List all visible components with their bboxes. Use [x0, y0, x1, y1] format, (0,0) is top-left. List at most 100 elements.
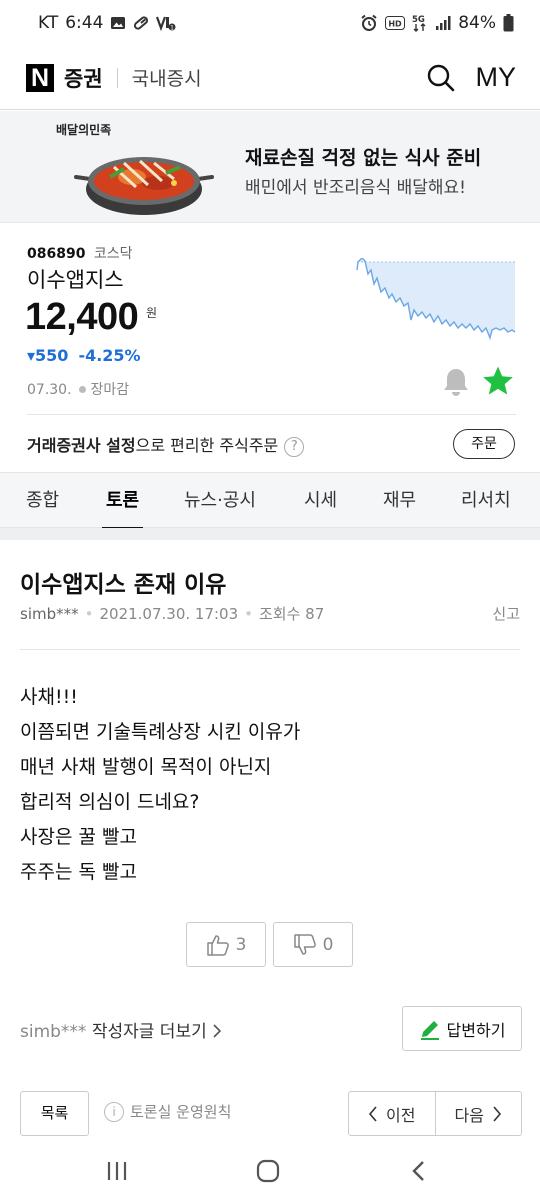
- status-dot: [78, 386, 86, 393]
- post-author[interactable]: simb***: [20, 605, 79, 623]
- home-icon[interactable]: [256, 1159, 280, 1183]
- section-gap: [0, 528, 540, 540]
- stock-name: 이수앱지스: [27, 268, 124, 292]
- trade-date: 07.30.: [27, 382, 72, 398]
- battery-icon: [503, 14, 514, 32]
- tab-financials[interactable]: 재무: [383, 473, 416, 529]
- post-line: 사채!!!: [20, 686, 78, 708]
- dislike-button[interactable]: 0: [273, 922, 353, 967]
- banner-title: 재료손질 걱정 없는 식사 준비: [245, 147, 482, 169]
- section-title[interactable]: 국내증시: [132, 64, 202, 91]
- change-amount: ▾550: [27, 346, 69, 365]
- sparkline-area: [357, 258, 515, 338]
- post-line: 매년 사채 발행이 목적이 아닌지: [20, 756, 272, 778]
- tab-news[interactable]: 뉴스·공시: [184, 473, 256, 529]
- broker-setting-link[interactable]: 거래증권사 설정으로 편리한 주식주문?: [27, 432, 305, 457]
- report-link[interactable]: 신고: [492, 603, 520, 624]
- stock-code: 086890: [27, 246, 86, 262]
- back-icon[interactable]: [410, 1159, 428, 1183]
- next-label: 다음: [454, 1105, 484, 1125]
- system-nav-bar: [0, 1145, 540, 1200]
- change-rate: -4.25%: [78, 346, 141, 365]
- price-unit: 원: [146, 306, 158, 320]
- meta-separator: •: [244, 605, 253, 623]
- search-icon[interactable]: [426, 63, 456, 93]
- tab-overview[interactable]: 종합: [26, 473, 59, 529]
- info-icon: i: [104, 1101, 124, 1122]
- image-icon: [111, 17, 126, 29]
- 5g-icon: 5G: [412, 15, 426, 32]
- stock-divider: [27, 414, 516, 415]
- post-views: 조회수 87: [259, 605, 325, 623]
- reply-button[interactable]: 답변하기: [402, 1006, 522, 1051]
- battery-percent: 84%: [458, 13, 496, 33]
- prev-label: 이전: [386, 1105, 416, 1125]
- svg-text:HD: HD: [389, 20, 403, 29]
- bell-icon[interactable]: [442, 367, 470, 397]
- pill-icon: [134, 16, 149, 30]
- ad-banner[interactable]: 배달의민족 재료손질 걱정 없는 식사 준비 배민에서 반조리음식 배달해요!: [0, 111, 540, 223]
- status-bar: KT 6:44 1 HD 5G 84%: [0, 0, 540, 46]
- banner-subtitle: 배민에서 반조리음식 배달해요!: [245, 178, 466, 198]
- svg-text:1: 1: [170, 25, 174, 32]
- discussion-rules-link[interactable]: i 토론실 운영원칙: [104, 1101, 231, 1122]
- favorite-star-icon[interactable]: [482, 365, 514, 397]
- post-pager: 이전 다음: [348, 1091, 522, 1136]
- stock-summary: 086890 코스닥 이수앱지스 12,400 원 ▾550 -4.25% 07.…: [0, 224, 540, 472]
- like-button[interactable]: 3: [186, 922, 266, 967]
- help-icon[interactable]: ?: [284, 437, 305, 457]
- post-title: 이수앱지스 존재 이유: [20, 572, 227, 598]
- post-meta: simb*** • 2021.07.30. 17:03 • 조회수 87: [20, 603, 324, 624]
- chevron-right-icon: [213, 1024, 222, 1038]
- tab-quotes[interactable]: 시세: [304, 473, 337, 529]
- volte-icon: 1: [156, 16, 176, 32]
- market-status: 장마감: [90, 382, 130, 398]
- carrier-label: KT: [38, 13, 59, 33]
- pencil-icon: [420, 1020, 439, 1040]
- post-line: 합리적 의심이 드네요?: [20, 791, 200, 813]
- thumbs-down-icon: [293, 933, 316, 955]
- like-count: 3: [235, 934, 247, 955]
- post-body: 사채!!! 이쯤되면 기술특례상장 시킨 이유가 매년 사채 발행이 목적이 아…: [20, 680, 300, 890]
- post-line: 사장은 꿀 빨고: [20, 826, 137, 848]
- price-change: ▾550 -4.25%: [27, 346, 141, 365]
- stock-tabs: 종합 토론 뉴스·공시 시세 재무 리서치: [0, 472, 540, 530]
- stock-market: 코스닥: [93, 246, 133, 262]
- more-label: 작성자글 더보기: [91, 1022, 207, 1042]
- meta-separator: •: [84, 605, 94, 623]
- hd-icon: HD: [385, 16, 406, 30]
- more-author: simb***: [20, 1022, 87, 1042]
- stock-code-line: 086890 코스닥: [27, 243, 133, 263]
- post-datetime: 2021.07.30. 17:03: [99, 605, 239, 623]
- app-header: N 증권 국내증시 MY: [0, 46, 540, 110]
- brand-title[interactable]: 증권: [64, 63, 103, 93]
- post-line: 주주는 독 빨고: [20, 861, 137, 883]
- list-button[interactable]: 목록: [20, 1091, 89, 1136]
- more-posts-link[interactable]: simb*** 작성자글 더보기: [20, 1017, 222, 1042]
- dislike-count: 0: [322, 934, 334, 955]
- stock-price: 12,400: [25, 296, 139, 338]
- trade-date-line: 07.30. 장마감: [27, 379, 129, 399]
- header-divider: [116, 67, 118, 88]
- order-button[interactable]: 주문: [453, 429, 515, 459]
- my-button[interactable]: MY: [476, 62, 517, 93]
- post-divider: [20, 649, 520, 650]
- banner-brand-logo: 배달의민족: [56, 123, 112, 137]
- rules-label: 토론실 운영원칙: [130, 1103, 232, 1121]
- recent-apps-icon[interactable]: [106, 1159, 128, 1183]
- alarm-icon: [361, 14, 377, 31]
- tab-discussion[interactable]: 토론: [101, 473, 144, 530]
- chevron-right-icon: [493, 1105, 502, 1122]
- chevron-left-icon: [368, 1105, 377, 1122]
- thumbs-up-icon: [206, 934, 229, 956]
- tab-research[interactable]: 리서치: [461, 473, 511, 529]
- food-pan-image: [74, 157, 214, 215]
- broker-setting-text: 으로 편리한 주식주문: [135, 436, 279, 455]
- next-button[interactable]: 다음: [434, 1092, 522, 1135]
- intraday-sparkline[interactable]: [356, 258, 516, 344]
- signal-icon: [436, 16, 451, 30]
- broker-setting-bold: 거래증권사 설정: [27, 436, 136, 455]
- prev-button[interactable]: 이전: [349, 1092, 435, 1135]
- clock: 6:44: [65, 13, 104, 33]
- naver-logo[interactable]: N: [26, 63, 54, 92]
